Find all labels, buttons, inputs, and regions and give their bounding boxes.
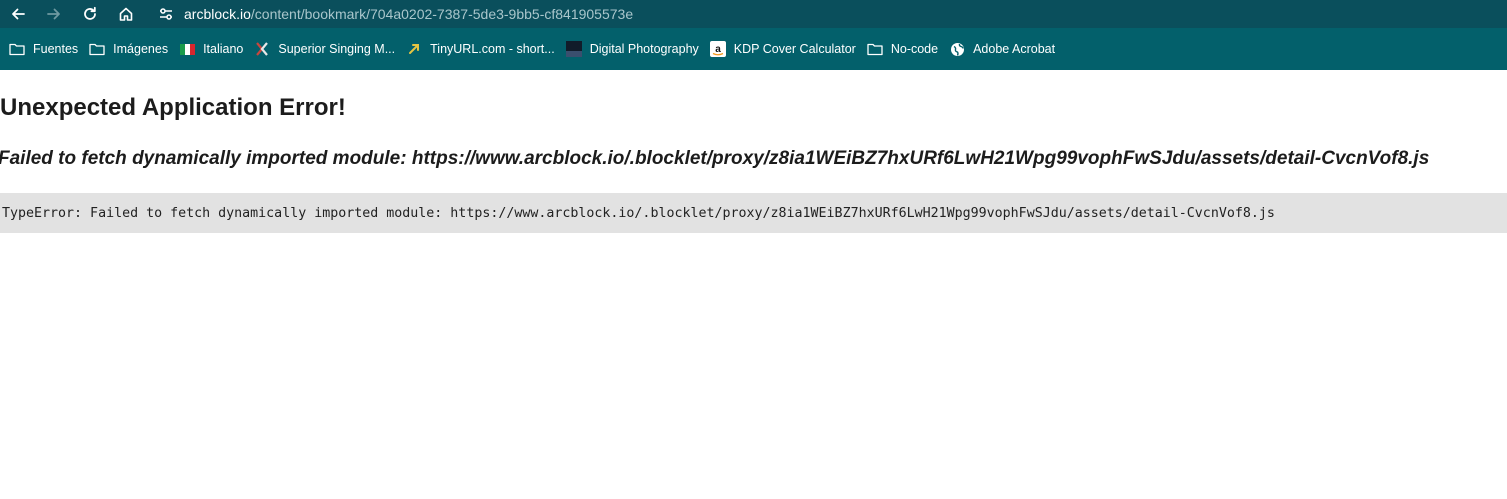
globe-icon — [948, 40, 966, 58]
url-host: arcblock.io — [184, 6, 251, 22]
address-bar[interactable]: arcblock.io/content/bookmark/704a0202-73… — [148, 0, 1507, 28]
back-arrow-icon — [12, 8, 25, 20]
folder-icon — [8, 40, 26, 58]
bookmark-tinyurl[interactable]: TinyURL.com - short... — [403, 35, 563, 63]
bookmark-adobe-acrobat[interactable]: Adobe Acrobat — [946, 35, 1063, 63]
bookmark-no-code[interactable]: No-code — [864, 35, 946, 63]
bookmark-label: Superior Singing M... — [278, 42, 396, 56]
error-stack-trace: TypeError: Failed to fetch dynamically i… — [2, 205, 1275, 221]
site-settings-icon — [160, 8, 172, 20]
bookmark-fuentes[interactable]: Fuentes — [6, 35, 86, 63]
bookmark-label: Fuentes — [33, 42, 79, 56]
url-text[interactable]: arcblock.io/content/bookmark/704a0202-73… — [184, 6, 633, 22]
bookmark-label: No-code — [890, 42, 939, 56]
home-button[interactable] — [108, 0, 144, 28]
back-button[interactable] — [0, 0, 36, 28]
error-message: Failed to fetch dynamically imported mod… — [0, 148, 1430, 169]
tinyurl-favicon-icon — [405, 40, 423, 58]
page-content: Unexpected Application Error! Failed to … — [0, 70, 1507, 499]
bookmark-label: Adobe Acrobat — [973, 42, 1056, 56]
error-stack-box: TypeError: Failed to fetch dynamically i… — [0, 193, 1507, 233]
bookmark-label: KDP Cover Calculator — [733, 42, 856, 56]
bookmark-label: Imágenes — [113, 42, 169, 56]
reload-icon — [84, 6, 96, 20]
bookmark-label: Digital Photography — [589, 42, 699, 56]
home-icon — [119, 7, 133, 21]
forward-arrow-icon — [47, 8, 60, 20]
bookmark-imagenes[interactable]: Imágenes — [86, 35, 176, 63]
bookmarks-bar: Fuentes Imágenes Italiano Superior Singi… — [0, 28, 1507, 70]
site-settings-button[interactable] — [148, 0, 184, 28]
folder-icon — [88, 40, 106, 58]
italy-flag-icon — [178, 40, 196, 58]
error-title: Unexpected Application Error! — [0, 94, 346, 121]
folder-icon — [866, 40, 884, 58]
bookmark-label: Italiano — [203, 42, 244, 56]
bookmark-label: TinyURL.com - short... — [430, 42, 555, 56]
svg-text:a: a — [715, 44, 721, 55]
bookmark-superior-singing[interactable]: Superior Singing M... — [251, 35, 403, 63]
reload-button[interactable] — [72, 0, 108, 28]
bookmark-digital-photography[interactable]: Digital Photography — [563, 35, 707, 63]
bookmark-kdp-cover-calculator[interactable]: a KDP Cover Calculator — [707, 35, 864, 63]
forward-button[interactable] — [36, 0, 72, 28]
bookmark-italiano[interactable]: Italiano — [176, 35, 251, 63]
photography-favicon-icon — [565, 40, 583, 58]
amazon-favicon-icon: a — [709, 40, 727, 58]
singing-favicon-icon — [253, 40, 271, 58]
url-path: /content/bookmark/704a0202-7387-5de3-9bb… — [250, 6, 634, 22]
